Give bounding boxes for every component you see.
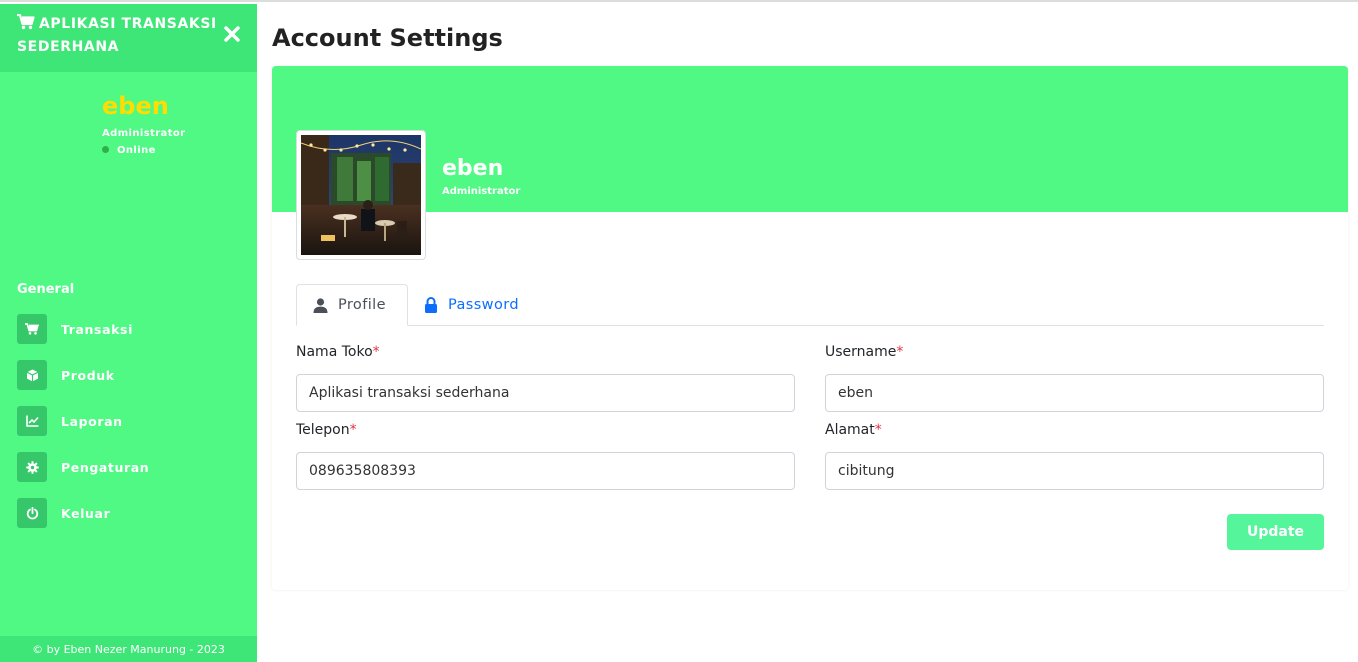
sidebar-username: eben <box>102 92 169 120</box>
user-icon <box>313 297 328 313</box>
tab-profile-label: Profile <box>338 297 386 313</box>
sidebar-item-laporan[interactable]: Laporan <box>17 406 149 436</box>
settings-tabs: Profile Password <box>296 284 1324 326</box>
profile-role: Administrator <box>442 186 521 197</box>
sidebar-item-label: Produk <box>61 367 115 383</box>
username-label: Username* <box>825 344 903 360</box>
brand-title: APLIKASI TRANSAKSI SEDERHANA <box>17 16 217 55</box>
app-root: APLIKASI TRANSAKSI SEDERHANA eben Admini… <box>0 0 1358 662</box>
sidebar-item-label: Transaksi <box>61 321 133 337</box>
profile-photo <box>301 135 421 255</box>
telepon-label-text: Telepon <box>296 422 350 438</box>
avatar <box>296 130 426 260</box>
sidebar-item-produk[interactable]: Produk <box>17 360 149 390</box>
user-panel: eben Administrator Online <box>102 92 186 156</box>
box-icon <box>17 360 47 390</box>
required-mark: * <box>874 422 882 438</box>
required-mark: * <box>896 344 904 360</box>
required-mark: * <box>372 344 380 360</box>
nav-heading: General <box>17 282 75 297</box>
telepon-input[interactable] <box>296 452 795 490</box>
online-dot-icon <box>102 146 109 153</box>
alamat-label: Alamat* <box>825 422 882 438</box>
page-title: Account Settings <box>272 24 503 52</box>
sidebar-footer: © by Eben Nezer Manurung - 2023 <box>0 636 257 662</box>
status-indicator: Online <box>102 145 186 156</box>
profile-name: eben <box>442 156 504 181</box>
chart-icon <box>17 406 47 436</box>
profile-cover <box>272 66 1348 212</box>
brand-bar: APLIKASI TRANSAKSI SEDERHANA <box>0 4 257 72</box>
sidebar-item-label: Pengaturan <box>61 459 150 475</box>
sidebar-item-label: Keluar <box>61 505 111 521</box>
tab-password-label: Password <box>448 297 519 313</box>
cart-icon <box>17 314 47 344</box>
sidebar: APLIKASI TRANSAKSI SEDERHANA eben Admini… <box>0 4 257 662</box>
sidebar-item-transaksi[interactable]: Transaksi <box>17 314 149 344</box>
required-mark: * <box>349 422 357 438</box>
sidebar-item-pengaturan[interactable]: Pengaturan <box>17 452 149 482</box>
alamat-input[interactable] <box>825 452 1324 490</box>
username-label-text: Username <box>825 344 897 360</box>
lock-icon <box>425 297 437 313</box>
sidebar-item-label: Laporan <box>61 413 123 429</box>
tab-password[interactable]: Password <box>408 284 535 326</box>
sidebar-item-keluar[interactable]: Keluar <box>17 498 149 528</box>
sidebar-nav: Transaksi Produk Laporan Pengaturan Kelu… <box>17 314 149 544</box>
nama-toko-input[interactable] <box>296 374 795 412</box>
account-card: eben Administrator Profile Password Nama… <box>272 66 1348 590</box>
nama-toko-label-text: Nama Toko <box>296 344 373 360</box>
sidebar-user-role: Administrator <box>102 128 186 139</box>
telepon-label: Telepon* <box>296 422 357 438</box>
username-input[interactable] <box>825 374 1324 412</box>
status-text: Online <box>117 145 156 156</box>
gear-icon <box>17 452 47 482</box>
alamat-label-text: Alamat <box>825 422 875 438</box>
close-icon[interactable] <box>224 26 240 42</box>
nama-toko-label: Nama Toko* <box>296 344 380 360</box>
tab-profile[interactable]: Profile <box>296 284 408 326</box>
power-icon <box>17 498 47 528</box>
update-button[interactable]: Update <box>1227 514 1324 550</box>
